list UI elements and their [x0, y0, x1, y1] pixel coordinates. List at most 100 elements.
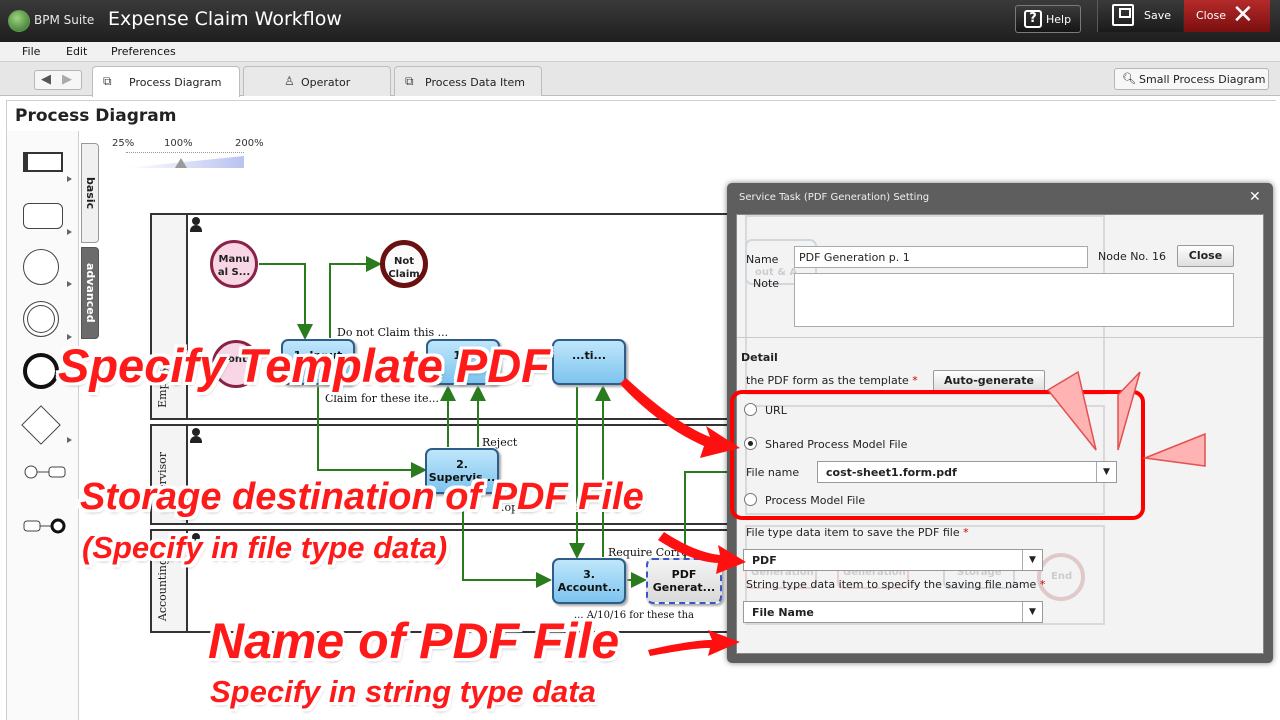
small-process-diagram-label: Small Process Diagram	[1139, 73, 1266, 86]
tab-operator[interactable]: ♙ Operator	[243, 66, 391, 96]
string-type-label-text: String type data item to specify the sav…	[746, 578, 1037, 591]
close-button[interactable]: Close ✕	[1184, 0, 1270, 32]
task-employee-3[interactable]: ...ti...	[552, 339, 626, 385]
app-title: Expense Claim Workflow	[108, 8, 342, 30]
zoom-mid-label: 100%	[164, 138, 193, 149]
event-label: Not Claim	[388, 256, 420, 280]
task-pdf-generation[interactable]: PDF Generat...	[646, 558, 722, 604]
zoom-ticks	[126, 152, 244, 156]
palette-message-flow-tool[interactable]	[23, 464, 67, 483]
highlight-box	[730, 390, 1145, 520]
task-label: ...ti...	[571, 349, 607, 362]
menu-bar: File Edit Preferences	[0, 42, 1280, 62]
brand-name: BPM Suite	[34, 13, 95, 27]
string-type-value: File Name	[752, 606, 814, 619]
tab-label: Process Data Item	[425, 76, 526, 89]
event-label: Manu al S...	[217, 254, 251, 278]
title-bar: BPM Suite Expense Claim Workflow ? Help …	[0, 0, 1280, 42]
expand-triangle-icon[interactable]	[67, 437, 72, 443]
dialog-close-button[interactable]: Close	[1177, 245, 1234, 267]
tab-bar: ◀ ▶ ⧉ Process Diagram ♙ Operator ⧉ Proce…	[0, 62, 1280, 97]
node-number: Node No. 16	[1098, 250, 1166, 263]
save-button[interactable]: Save	[1097, 0, 1183, 32]
expand-triangle-icon[interactable]	[67, 176, 72, 182]
file-type-label-text: File type data item to save the PDF file	[746, 526, 960, 539]
zoom-thumb[interactable]	[175, 158, 187, 168]
dropdown-arrow-icon[interactable]: ▼	[1022, 602, 1042, 622]
dialog-title: Service Task (PDF Generation) Setting	[739, 192, 930, 203]
expand-triangle-icon[interactable]	[67, 281, 72, 287]
name-label: Name	[746, 253, 779, 266]
help-icon: ?	[1024, 10, 1042, 28]
person-icon: ♙	[284, 74, 295, 88]
file-type-value: PDF	[752, 554, 777, 567]
task-label: PDF Generat...	[652, 568, 716, 594]
tab-process-data-item[interactable]: ⧉ Process Data Item	[394, 66, 542, 96]
palette-gateway-tool[interactable]	[21, 405, 61, 445]
undo-redo-group: ◀ ▶	[34, 70, 82, 90]
palette-start-event-tool[interactable]	[23, 249, 59, 285]
manual-start-event[interactable]: Manu al S...	[210, 240, 258, 288]
palette-association-tool[interactable]	[23, 516, 67, 539]
help-button[interactable]: ? Help	[1015, 5, 1081, 33]
annotation-specify-template: Specify Template PDF	[58, 339, 550, 392]
diagram-icon: ⧉	[103, 74, 112, 88]
zoom-max-label: 200%	[235, 138, 264, 149]
task-label: 3. Account...	[557, 568, 621, 594]
tab-process-diagram[interactable]: ⧉ Process Diagram	[92, 66, 240, 97]
section-divider	[737, 337, 1263, 338]
dropdown-arrow-icon[interactable]: ▼	[1022, 550, 1042, 570]
required-mark: *	[912, 374, 918, 387]
logo-icon	[8, 10, 30, 32]
tab-label: Operator	[301, 76, 351, 89]
required-mark: *	[963, 526, 969, 539]
auto-generate-button[interactable]: Auto-generate	[933, 370, 1045, 392]
dialog-close-icon[interactable]: ✕	[1249, 189, 1261, 205]
undo-icon[interactable]: ◀	[41, 72, 51, 87]
note-label: Note	[753, 277, 780, 290]
app-logo: BPM Suite	[8, 8, 98, 32]
connector-end-icon	[23, 518, 66, 534]
detail-label: Detail	[741, 351, 778, 364]
palette-end-event-tool[interactable]	[23, 353, 59, 389]
flow-label-reject: Reject	[482, 436, 518, 449]
data-item-icon: ⧉	[405, 74, 414, 88]
connector-icon	[24, 465, 66, 479]
string-type-select[interactable]: File Name ▼	[743, 601, 1043, 623]
flow-label-claim: Claim for these ite...	[325, 392, 439, 405]
expand-triangle-icon[interactable]	[67, 229, 72, 235]
required-mark: *	[1039, 578, 1046, 591]
person-icon	[190, 217, 202, 233]
file-type-select[interactable]: PDF ▼	[743, 549, 1043, 571]
palette-rounded-task-tool[interactable]	[23, 203, 63, 229]
menu-edit[interactable]: Edit	[66, 45, 87, 58]
palette-task-tool[interactable]	[23, 152, 63, 172]
palette-tab-basic[interactable]: basic	[81, 143, 99, 243]
menu-file[interactable]: File	[22, 45, 40, 58]
not-claim-end-event[interactable]: Not Claim	[380, 240, 428, 288]
tab-label: Process Diagram	[129, 76, 222, 89]
tool-palette	[7, 131, 79, 720]
page-title: Process Diagram	[15, 106, 177, 126]
redo-icon[interactable]: ▶	[62, 72, 72, 87]
floppy-icon	[1112, 4, 1134, 26]
save-label: Save	[1144, 9, 1172, 22]
palette-intermediate-event-tool[interactable]	[23, 301, 59, 337]
person-icon	[190, 428, 202, 444]
magnifier-icon: 🔍︎	[1122, 72, 1136, 85]
task-accounting[interactable]: 3. Account...	[552, 558, 626, 604]
name-input[interactable]: PDF Generation p. 1	[794, 246, 1088, 268]
string-type-label: String type data item to specify the sav…	[746, 578, 1045, 591]
ghost-end-event: End	[1037, 553, 1085, 601]
zoom-slider[interactable]: 25% 100% 200%	[112, 138, 264, 178]
template-label-text: the PDF form as the template	[746, 374, 909, 387]
palette-tab-advanced[interactable]: advanced	[81, 247, 99, 339]
menu-preferences[interactable]: Preferences	[111, 45, 176, 58]
annotation-storage-sub: (Specify in file type data)	[82, 530, 448, 565]
ghost-end-label: End	[1051, 571, 1073, 582]
annotation-name-title: Name of PDF File	[208, 613, 620, 669]
file-type-label: File type data item to save the PDF file…	[746, 526, 969, 539]
help-label: Help	[1046, 13, 1072, 26]
note-textarea[interactable]	[794, 273, 1234, 327]
small-process-diagram-button[interactable]: 🔍︎ Small Process Diagram	[1114, 68, 1269, 90]
